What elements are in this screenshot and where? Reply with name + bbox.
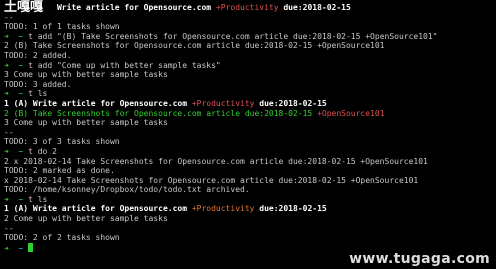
terminal-text: ~ — [18, 194, 29, 204]
terminal-line: ➜ ~ t do 2 — [4, 147, 496, 157]
terminal-text: ~ — [18, 89, 29, 99]
terminal-line: TODO: 1 of 1 tasks shown — [4, 22, 496, 32]
terminal-cursor — [28, 242, 34, 252]
terminal-text: 2 (B) Take Screenshots for Opensource.co… — [4, 41, 385, 51]
terminal-line: ➜ ~ t add "(B) Take Screenshots for Open… — [4, 32, 496, 42]
terminal-line: 1 (A) Write article for Opensource.com +… — [4, 204, 496, 214]
terminal-text: -- — [4, 127, 14, 137]
terminal-text: TODO: 2 of 2 tasks shown — [4, 233, 120, 243]
terminal-line: TODO: /home/ksonney/Dropbox/todo/todo.tx… — [4, 185, 496, 195]
terminal-text: 2 (B) Take Screenshots for Opensource.co… — [4, 108, 318, 118]
terminal-text: ➜ — [4, 243, 19, 253]
site-logo: 土嘎嘎 — [2, 0, 46, 15]
terminal-text: t ls — [28, 194, 48, 204]
terminal-line: TODO: 3 of 3 tasks shown — [4, 137, 496, 147]
terminal-line: TODO: 3 added. — [4, 80, 496, 90]
terminal-text: +OpenSource101 — [317, 108, 385, 118]
terminal-text: ~ — [18, 243, 29, 253]
terminal-line: x 2018-02-14 Take Screenshots for Openso… — [4, 176, 496, 186]
terminal-text: ~ — [18, 31, 29, 41]
terminal-line: 2 (B) Take Screenshots for Opensource.co… — [4, 109, 496, 119]
terminal-line: ➜ ~ t ls — [4, 89, 496, 99]
terminal-text: t add "(B) Take Screenshots for Opensour… — [28, 31, 438, 41]
terminal-text: 2 x 2018-02-14 Take Screenshots for Open… — [4, 156, 428, 166]
terminal-text: t ls — [28, 89, 48, 99]
terminal-text: ➜ — [4, 194, 19, 204]
terminal-line: -- — [4, 224, 496, 234]
terminal-text: ➜ — [4, 31, 19, 41]
terminal-text: 1 (A) Write article for Opensource.com — [4, 204, 192, 214]
terminal-text: TODO: /home/ksonney/Dropbox/todo/todo.tx… — [4, 185, 250, 195]
terminal-text: -- — [4, 223, 14, 233]
terminal-text: TODO: 2 marked as done. — [4, 166, 115, 176]
terminal-text: ~ — [18, 146, 29, 156]
terminal-text: 1 (A) Write article for Opensource.com — [4, 98, 192, 108]
terminal-line: 2 Come up with better sample tasks — [4, 214, 496, 224]
terminal-line: 1 (A) Write article for Opensource.com +… — [4, 99, 496, 109]
terminal-text: ~ — [18, 60, 29, 70]
terminal-text: TODO: 1 of 1 tasks shown — [4, 22, 120, 32]
terminal-line: -- — [4, 128, 496, 138]
terminal-line: 2 x 2018-02-14 Take Screenshots for Open… — [4, 157, 496, 167]
terminal-line: -- — [4, 13, 496, 23]
terminal-line: TODO: 2 marked as done. — [4, 166, 496, 176]
terminal-text: TODO: 2 added. — [4, 50, 72, 60]
terminal-text: due:2018-02-15 — [254, 204, 327, 214]
terminal-line: TODO: 2 added. — [4, 51, 496, 61]
terminal-text: t do 2 — [28, 146, 57, 156]
terminal-line: TODO: 2 of 2 tasks shown — [4, 233, 496, 243]
terminal-text: t add "Come up with better sample tasks" — [28, 60, 221, 70]
terminal-line: 3 Come up with better sample tasks — [4, 70, 496, 80]
terminal-text: due:2018-02-15 — [254, 98, 327, 108]
terminal-text: ➜ — [4, 60, 19, 70]
terminal-text: +Productivity — [191, 98, 255, 108]
terminal-line: 2 (B) Take Screenshots for Opensource.co… — [4, 41, 496, 51]
terminal-text: ➜ — [4, 89, 19, 99]
terminal-text: 3 Come up with better sample tasks — [4, 70, 168, 80]
watermark: www.tugaga.com — [349, 251, 490, 268]
terminal-line: 3 Come up with better sample tasks — [4, 118, 496, 128]
terminal-text: 2 Come up with better sample tasks — [4, 214, 168, 224]
terminal-text: +Productivity — [215, 3, 279, 12]
terminal-text: TODO: 3 added. — [4, 79, 72, 89]
terminal-line: ➜ ~ t ls — [4, 195, 496, 205]
terminal-text: ➜ — [4, 146, 19, 156]
terminal-text: 3 Come up with better sample tasks — [4, 118, 168, 128]
terminal-text: due:2018-02-15 — [278, 3, 351, 12]
terminal-line: ➜ ~ t add "Come up with better sample ta… — [4, 61, 496, 71]
terminal-line: Write article for Opensource.com +Produc… — [4, 3, 496, 13]
terminal-window[interactable]: Write article for Opensource.com +Produc… — [0, 0, 496, 269]
terminal-text: x 2018-02-14 Take Screenshots for Openso… — [4, 175, 419, 185]
terminal-text: TODO: 3 of 3 tasks shown — [4, 137, 120, 147]
terminal-text: +Productivity — [191, 204, 255, 214]
